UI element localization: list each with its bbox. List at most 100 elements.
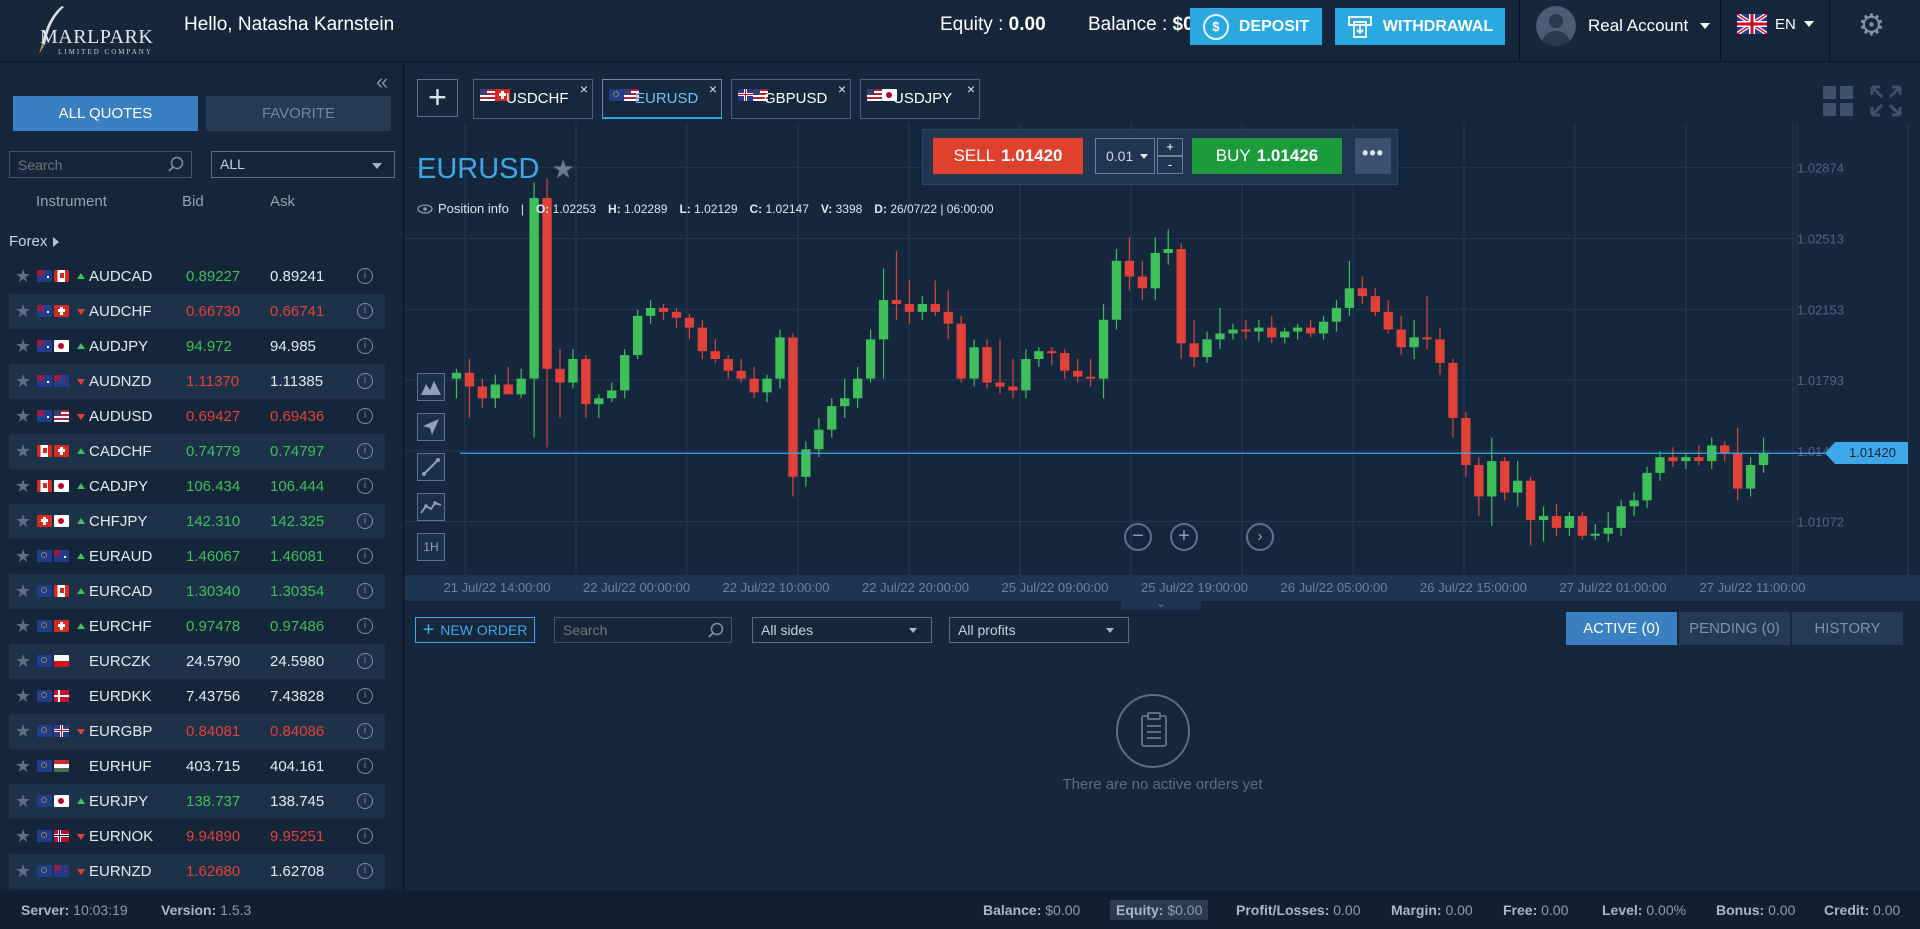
collapse-panel-icon[interactable]: « bbox=[376, 69, 388, 95]
buy-button[interactable]: BUY 1.01426 bbox=[1192, 138, 1342, 174]
info-icon[interactable]: i bbox=[357, 688, 373, 704]
candle-bearish[interactable] bbox=[982, 347, 992, 383]
group-forex[interactable]: Forex bbox=[9, 233, 60, 250]
ask-price[interactable]: 0.66741 bbox=[270, 303, 324, 320]
candle-bearish[interactable] bbox=[464, 372, 475, 387]
quote-row[interactable]: ★ AUDNZD 1.11370 1.11385 i bbox=[9, 364, 385, 399]
favorite-star-icon[interactable]: ★ bbox=[15, 862, 31, 880]
favorite-star-icon[interactable]: ★ bbox=[15, 372, 31, 390]
candle-bearish[interactable] bbox=[1474, 465, 1484, 497]
tab-active-orders[interactable]: ACTIVE (0) bbox=[1566, 612, 1677, 645]
candle-bullish[interactable] bbox=[1487, 461, 1497, 497]
tab-all-quotes[interactable]: ALL QUOTES bbox=[13, 96, 198, 131]
bid-price[interactable]: 0.84081 bbox=[186, 723, 240, 740]
quote-row[interactable]: ★ EURGBP 0.84081 0.84086 i bbox=[9, 714, 385, 749]
candle-bullish[interactable] bbox=[865, 339, 876, 379]
ask-price[interactable]: 0.89241 bbox=[270, 268, 324, 285]
bid-price[interactable]: 1.46067 bbox=[186, 548, 240, 565]
candle-bearish[interactable] bbox=[1189, 343, 1199, 358]
candle-bearish[interactable] bbox=[1435, 339, 1445, 363]
chevron-down-icon[interactable]: ⌄ bbox=[1121, 598, 1201, 610]
favorite-star-icon[interactable]: ★ bbox=[15, 512, 31, 530]
company-logo[interactable]: MARLPARK LIMITED COMPANY bbox=[28, 4, 168, 56]
tab-pending-orders[interactable]: PENDING (0) bbox=[1679, 612, 1790, 645]
favorite-star-icon[interactable]: ★ bbox=[15, 827, 31, 845]
candle-bullish[interactable] bbox=[1642, 472, 1652, 501]
candle-bullish[interactable] bbox=[1681, 457, 1691, 462]
candle-bullish[interactable] bbox=[1538, 516, 1549, 521]
bid-price[interactable]: 142.310 bbox=[186, 513, 240, 530]
candle-bearish[interactable] bbox=[1461, 417, 1471, 466]
close-icon[interactable]: × bbox=[838, 81, 846, 97]
tab-history[interactable]: HISTORY bbox=[1792, 612, 1903, 645]
close-icon[interactable]: × bbox=[709, 81, 717, 97]
candle-bullish[interactable] bbox=[632, 315, 643, 356]
favorite-star-icon[interactable]: ★ bbox=[15, 407, 31, 425]
candle-bullish[interactable] bbox=[1590, 533, 1600, 536]
candle-bearish[interactable] bbox=[658, 307, 669, 312]
favorite-star-icon[interactable]: ★ bbox=[15, 792, 31, 810]
add-chart-tab-button[interactable]: + bbox=[417, 79, 458, 117]
bid-price[interactable]: 24.5790 bbox=[186, 653, 240, 670]
ask-price[interactable]: 94.985 bbox=[270, 338, 316, 355]
navigation-tool[interactable] bbox=[417, 413, 445, 441]
candle-bearish[interactable] bbox=[542, 197, 552, 369]
candle-bullish[interactable] bbox=[1603, 527, 1613, 534]
fullscreen-icon[interactable] bbox=[1870, 85, 1902, 117]
quote-row[interactable]: ★ CADJPY 106.434 106.444 i bbox=[9, 469, 385, 504]
trendline-tool[interactable] bbox=[417, 453, 445, 481]
candle-bullish[interactable] bbox=[762, 378, 772, 393]
favorite-star-icon[interactable]: ★ bbox=[15, 337, 31, 355]
quote-row[interactable]: ★ EURJPY 138.737 138.745 i bbox=[9, 784, 385, 819]
candle-bearish[interactable] bbox=[749, 378, 759, 393]
candle-bullish[interactable] bbox=[1254, 327, 1264, 332]
bid-price[interactable]: 0.66730 bbox=[186, 303, 240, 320]
search-icon[interactable] bbox=[707, 622, 725, 640]
candle-bearish[interactable] bbox=[1720, 445, 1730, 454]
zoom-out-icon[interactable]: − bbox=[1124, 523, 1152, 551]
candle-bullish[interactable] bbox=[1616, 506, 1626, 528]
info-icon[interactable]: i bbox=[357, 303, 373, 319]
position-info[interactable]: Position info bbox=[417, 201, 509, 216]
candle-bullish[interactable] bbox=[1202, 339, 1212, 358]
bid-price[interactable]: 94.972 bbox=[186, 338, 232, 355]
ask-price[interactable]: 9.95251 bbox=[270, 828, 324, 845]
ask-price[interactable]: 1.11385 bbox=[270, 373, 323, 390]
candle-bullish[interactable] bbox=[878, 300, 889, 340]
candle-bullish[interactable] bbox=[917, 304, 928, 312]
candle-bearish[interactable] bbox=[671, 311, 682, 318]
candle-bullish[interactable] bbox=[1163, 249, 1173, 253]
info-icon[interactable]: i bbox=[357, 478, 373, 494]
candle-bearish[interactable] bbox=[788, 337, 798, 477]
candle-bullish[interactable] bbox=[490, 384, 500, 399]
candle-bullish[interactable] bbox=[775, 337, 785, 379]
candle-bearish[interactable] bbox=[1060, 353, 1070, 371]
info-icon[interactable]: i bbox=[357, 373, 373, 389]
bid-price[interactable]: 1.30340 bbox=[186, 583, 240, 600]
candle-bullish[interactable] bbox=[840, 398, 850, 407]
info-icon[interactable]: i bbox=[357, 793, 373, 809]
candle-bullish[interactable] bbox=[1564, 516, 1575, 528]
ask-price[interactable]: 1.30354 bbox=[270, 583, 324, 600]
candle-bearish[interactable] bbox=[581, 359, 591, 405]
info-icon[interactable]: i bbox=[357, 338, 373, 354]
new-order-button[interactable]: + NEW ORDER bbox=[415, 617, 535, 643]
candle-bearish[interactable] bbox=[1370, 296, 1380, 312]
lot-size-select[interactable]: 0.01 bbox=[1095, 138, 1155, 174]
candle-bearish[interactable] bbox=[1008, 386, 1018, 391]
candle-bearish[interactable] bbox=[1525, 480, 1536, 521]
candle-bullish[interactable] bbox=[1318, 321, 1329, 334]
candle-bearish[interactable] bbox=[1732, 453, 1743, 489]
candle-bearish[interactable] bbox=[1396, 329, 1406, 348]
candle-bullish[interactable] bbox=[1745, 465, 1756, 489]
candle-bearish[interactable] bbox=[1305, 327, 1316, 334]
info-icon[interactable]: i bbox=[357, 408, 373, 424]
lot-increase-button[interactable]: + bbox=[1157, 138, 1183, 156]
quote-row[interactable]: ★ EURCHF 0.97478 0.97486 i bbox=[9, 609, 385, 644]
candle-bullish[interactable] bbox=[1629, 500, 1639, 507]
candle-bearish[interactable] bbox=[1422, 337, 1432, 340]
withdrawal-button[interactable]: WITHDRAWAL bbox=[1335, 8, 1505, 45]
info-icon[interactable]: i bbox=[357, 863, 373, 879]
candle-bullish[interactable] bbox=[852, 378, 863, 399]
ask-price[interactable]: 24.5980 bbox=[270, 653, 324, 670]
